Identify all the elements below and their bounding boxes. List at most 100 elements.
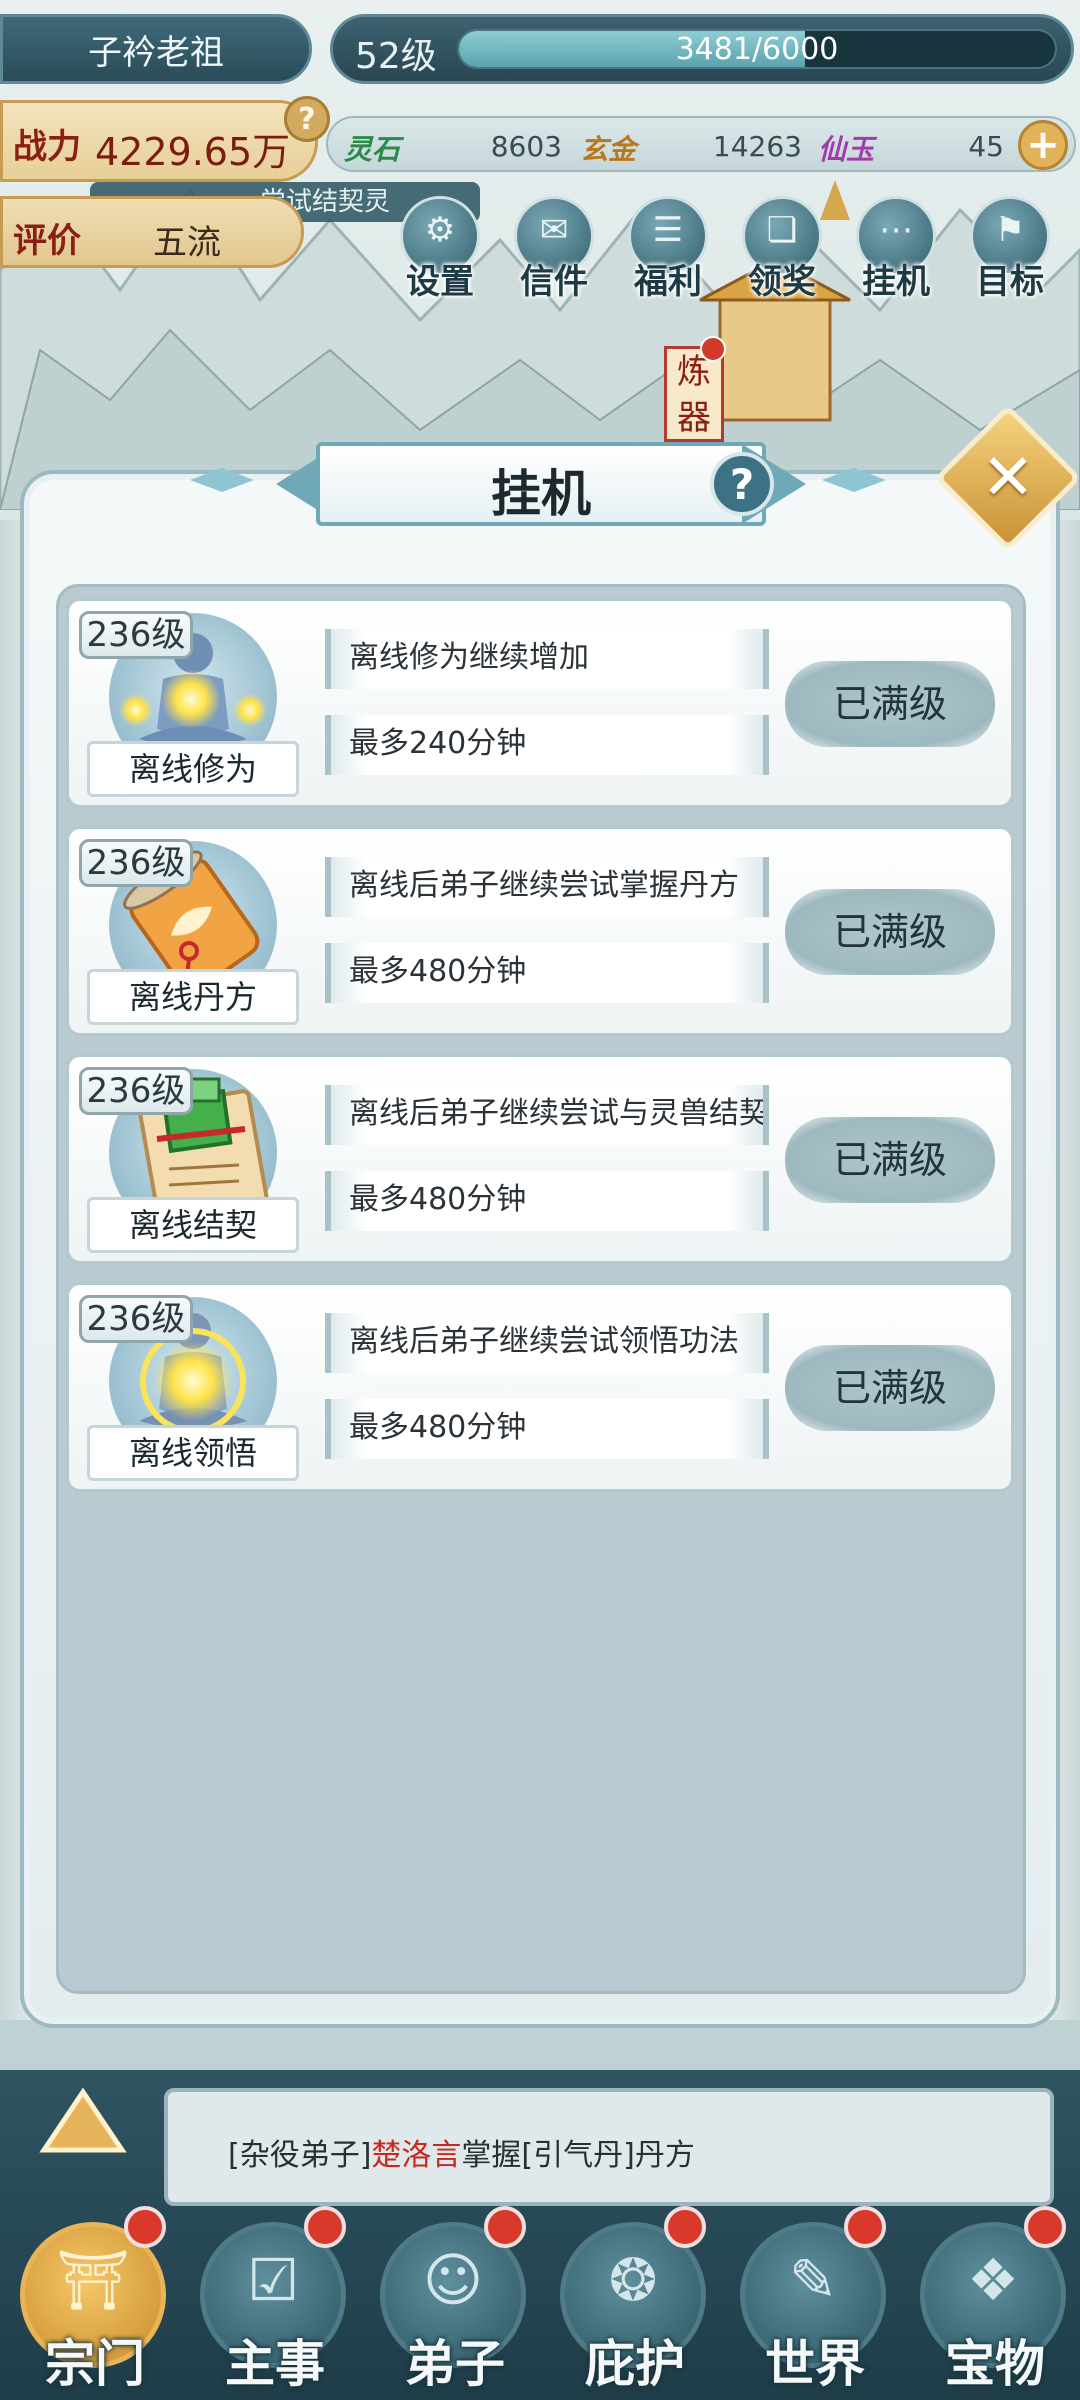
idle-row-contract: 236级 离线结契 离线后弟子继续尝试与灵兽结契 最多480分钟 已满级 — [66, 1054, 1014, 1264]
idle-label: 挂机 — [862, 262, 930, 302]
gear-icon: ⚙ — [424, 210, 456, 250]
message-item: [引气丹] — [521, 2138, 635, 2173]
idle-icon: ⋯ — [879, 210, 913, 250]
idle-row-cultivation: 236级 离线修为 离线修为继续增加 最多240分钟 已满级 — [66, 598, 1014, 808]
nav-label: 主事 — [225, 2334, 325, 2393]
nav-label: 宝物 — [945, 2334, 1045, 2393]
rating-value: 五流 — [153, 223, 221, 263]
resource-label: 玄金 — [580, 133, 637, 166]
treasure-bag-icon: ❖ — [967, 2246, 1019, 2314]
max-level-button[interactable]: 已满级 — [785, 661, 995, 747]
title-right-ornament — [812, 468, 922, 492]
checklist-icon: ☑ — [247, 2246, 299, 2314]
idle-button[interactable]: ⋯ 挂机 — [842, 196, 950, 302]
level-panel: 52级 3481/6000 — [330, 14, 1074, 84]
nav-label: 弟子 — [405, 2334, 505, 2393]
sect-icon: ⛩ — [56, 2246, 130, 2314]
combat-power-panel[interactable]: 战力 4229.65万 — [0, 100, 318, 182]
level-badge: 236级 — [79, 611, 193, 659]
row-description: 离线修为继续增加 — [325, 629, 769, 689]
idle-row-enlightenment: 236级 离线领悟 离线后弟子继续尝试领悟功法 最多480分钟 已满级 — [66, 1282, 1014, 1492]
rating-label: 评价 — [13, 221, 81, 261]
mail-icon: ✉ — [539, 210, 569, 250]
message-suffix: 丹方 — [634, 2138, 695, 2173]
disciple-icon: ☺ — [422, 2246, 484, 2314]
nav-label: 世界 — [765, 2334, 865, 2393]
nav-world[interactable]: ✎ 世界 — [720, 2206, 890, 2400]
reward-label: 领奖 — [748, 262, 816, 302]
level-badge: 236级 — [79, 839, 193, 887]
row-name: 离线领悟 — [87, 1425, 299, 1481]
level-badge: 236级 — [79, 1067, 193, 1115]
nav-treasure[interactable]: ❖ 宝物 — [900, 2206, 1070, 2400]
row-name: 离线结契 — [87, 1197, 299, 1253]
nav-label: 庇护 — [585, 2334, 685, 2393]
resource-value: 14263 — [712, 130, 802, 163]
combat-power-value: 4229.65万 — [95, 130, 291, 174]
resource-strip: 灵石 8603 玄金 14263 仙玉 45 — [326, 116, 1076, 172]
panel-title: 挂机 — [491, 465, 591, 523]
notification-dot — [304, 2206, 346, 2248]
nav-disciples[interactable]: ☺ 弟子 — [360, 2206, 530, 2400]
max-level-button[interactable]: 已满级 — [785, 1345, 995, 1431]
max-level-button[interactable]: 已满级 — [785, 889, 995, 975]
bottom-nav: ⛩ 宗门 ☑ 主事 ☺ 弟子 ❂ 庇护 ✎ 世界 ❖ 宝物 — [0, 2206, 1080, 2400]
player-name[interactable]: 子衿老祖 — [0, 14, 312, 84]
nav-shelter[interactable]: ❂ 庇护 — [540, 2206, 710, 2400]
notification-dot — [844, 2206, 886, 2248]
level-badge: 236级 — [79, 1295, 193, 1343]
beast-icon: ❂ — [608, 2246, 658, 2314]
power-help-icon[interactable]: ? — [284, 96, 330, 142]
gift-list-icon: ☰ — [652, 210, 684, 250]
mail-label: 信件 — [520, 262, 588, 302]
message-prefix: [杂役弟子] — [228, 2138, 372, 2173]
nav-affairs[interactable]: ☑ 主事 — [180, 2206, 350, 2400]
world-scroll-icon: ✎ — [788, 2246, 838, 2314]
welfare-button[interactable]: ☰ 福利 — [614, 196, 722, 302]
mail-button[interactable]: ✉ 信件 — [500, 196, 608, 302]
row-description: 离线后弟子继续尝试与灵兽结契 — [325, 1085, 769, 1145]
goal-label: 目标 — [976, 262, 1044, 302]
expand-up-icon[interactable] — [38, 2086, 128, 2156]
resource-spirit-stone: 灵石 8603 — [344, 124, 562, 168]
idle-row-recipe: 236级 离线丹方 离线后弟子继续尝试掌握丹方 最多480分钟 已满级 — [66, 826, 1014, 1036]
goal-button[interactable]: ⚑ 目标 — [956, 196, 1064, 302]
nav-sect[interactable]: ⛩ 宗门 — [0, 2206, 170, 2400]
max-level-button[interactable]: 已满级 — [785, 1117, 995, 1203]
nav-label: 宗门 — [45, 2334, 145, 2393]
scroll-icon: ❏ — [766, 210, 798, 250]
exp-progress-bar: 3481/6000 — [457, 29, 1057, 69]
settings-label: 设置 — [406, 262, 474, 302]
notification-dot — [484, 2206, 526, 2248]
close-icon[interactable]: ✕ — [956, 426, 1060, 530]
exp-progress-text: 3481/6000 — [675, 31, 839, 67]
forge-notification-dot — [700, 336, 726, 362]
target-icon: ⚑ — [994, 210, 1026, 250]
rating-panel[interactable]: 评价 五流 — [0, 196, 304, 268]
combat-power-label: 战力 — [13, 127, 81, 167]
message-disciple-name: 楚洛言 — [371, 2138, 462, 2173]
message-ticker[interactable]: [杂役弟子]楚洛言掌握[引气丹]丹方 — [164, 2088, 1054, 2206]
row-time-cap: 最多240分钟 — [325, 715, 769, 775]
row-name: 离线修为 — [87, 741, 299, 797]
notification-dot — [1024, 2206, 1066, 2248]
notification-dot — [664, 2206, 706, 2248]
row-time-cap: 最多480分钟 — [325, 943, 769, 1003]
help-icon[interactable]: ? — [710, 452, 774, 516]
resource-label: 灵石 — [344, 133, 401, 166]
resource-immortal-jade: 仙玉 45 — [818, 124, 1004, 168]
row-name: 离线丹方 — [87, 969, 299, 1025]
row-description: 离线后弟子继续尝试领悟功法 — [325, 1313, 769, 1373]
resource-value: 8603 — [490, 130, 562, 163]
resource-value: 45 — [968, 130, 1004, 163]
row-description: 离线后弟子继续尝试掌握丹方 — [325, 857, 769, 917]
notification-dot — [124, 2206, 166, 2248]
settings-button[interactable]: ⚙ 设置 — [386, 196, 494, 302]
welfare-label: 福利 — [634, 262, 702, 302]
resource-label: 仙玉 — [818, 133, 875, 166]
top-icon-row: ⚙ 设置 ✉ 信件 ☰ 福利 ❏ 领奖 ⋯ 挂机 ⚑ 目标 — [386, 196, 1080, 302]
add-jade-button[interactable]: + — [1018, 120, 1068, 170]
message-text: [杂役弟子]楚洛言掌握[引气丹]丹方 — [228, 2130, 695, 2174]
row-time-cap: 最多480分钟 — [325, 1171, 769, 1231]
reward-button[interactable]: ❏ 领奖 — [728, 196, 836, 302]
